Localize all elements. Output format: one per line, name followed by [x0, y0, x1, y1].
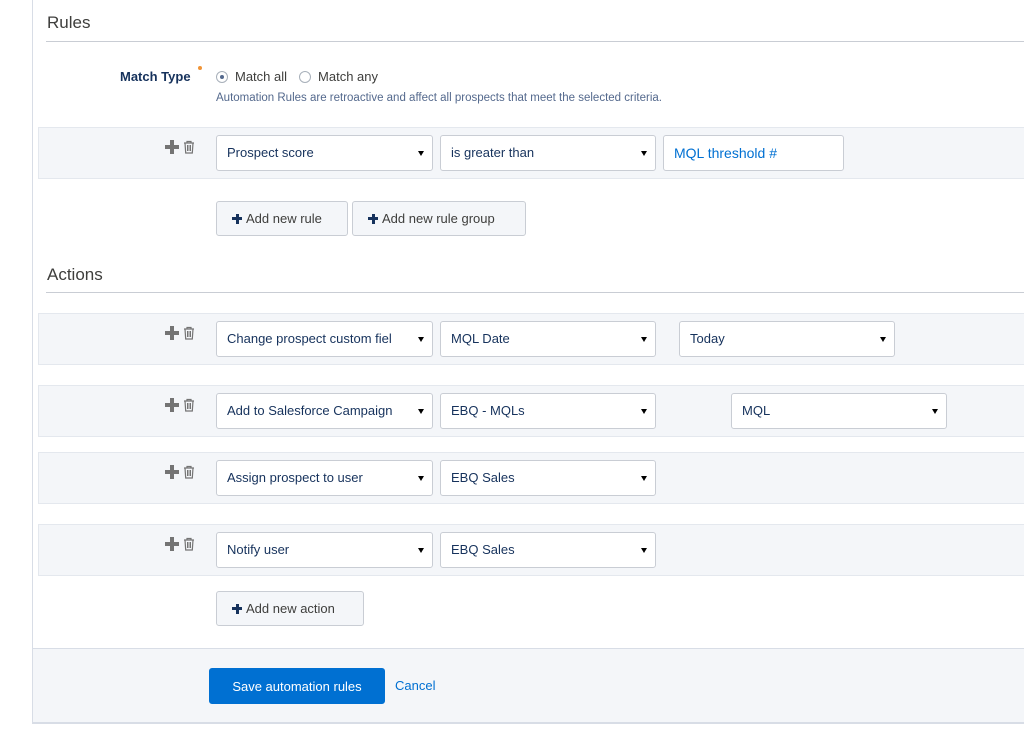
action-type-select[interactable]: Change prospect custom fiel: [216, 321, 433, 357]
trash-icon[interactable]: [183, 140, 195, 154]
add-new-rule-button[interactable]: Add new rule: [216, 201, 348, 236]
add-new-rule-group-label: Add new rule group: [382, 211, 495, 226]
rule-value-placeholder: MQL threshold #: [674, 145, 777, 161]
match-all-label[interactable]: Match all: [235, 69, 287, 84]
action-target-select[interactable]: EBQ Sales: [440, 460, 656, 496]
rule-field-value: Prospect score: [227, 145, 314, 160]
form-footer: [33, 648, 1024, 723]
trash-icon[interactable]: [183, 326, 195, 340]
action-target-select[interactable]: MQL Date: [440, 321, 656, 357]
action-type-select[interactable]: Assign prospect to user: [216, 460, 433, 496]
action-type-select[interactable]: Notify user: [216, 532, 433, 568]
caret-down-icon: [418, 151, 424, 156]
required-indicator: [198, 66, 202, 70]
add-icon[interactable]: [165, 465, 179, 479]
action-target-value: MQL Date: [451, 331, 510, 346]
trash-icon[interactable]: [183, 465, 195, 479]
rule-operator-select[interactable]: is greater than: [440, 135, 656, 171]
match-any-radio[interactable]: [299, 70, 312, 83]
action-target-select[interactable]: EBQ - MQLs: [440, 393, 656, 429]
retroactive-help-text: Automation Rules are retroactive and aff…: [216, 92, 662, 104]
actions-heading: Actions: [47, 265, 103, 284]
action-target-value: EBQ - MQLs: [451, 403, 525, 418]
add-icon[interactable]: [165, 398, 179, 412]
add-icon[interactable]: [165, 326, 179, 340]
add-icon: [368, 213, 378, 224]
match-any-label[interactable]: Match any: [318, 69, 378, 84]
action-type-value: Notify user: [227, 542, 290, 557]
match-all-radio[interactable]: [216, 70, 228, 83]
add-new-action-button[interactable]: Add new action: [216, 591, 364, 626]
caret-down-icon: [641, 337, 647, 342]
trash-icon[interactable]: [183, 537, 195, 551]
caret-down-icon: [641, 476, 647, 481]
cancel-link[interactable]: Cancel: [395, 678, 435, 693]
save-automation-rules-button[interactable]: Save automation rules: [209, 668, 385, 704]
action-target-select[interactable]: EBQ Sales: [440, 532, 656, 568]
add-icon[interactable]: [165, 537, 179, 551]
add-icon: [232, 213, 242, 224]
caret-down-icon: [418, 476, 424, 481]
caret-down-icon: [641, 151, 647, 156]
action-target-value: EBQ Sales: [451, 470, 515, 485]
action-row-tools: [165, 326, 195, 340]
add-new-rule-label: Add new rule: [246, 211, 322, 226]
action-target-value: EBQ Sales: [451, 542, 515, 557]
actions-divider: [46, 292, 1024, 293]
action-row-tools: [165, 465, 195, 479]
action-row-tools: [165, 398, 195, 412]
caret-down-icon: [641, 409, 647, 414]
action-type-value: Assign prospect to user: [227, 470, 363, 485]
rule-value-input[interactable]: MQL threshold #: [663, 135, 844, 171]
add-new-action-label: Add new action: [246, 601, 335, 616]
match-type-radio-group: Match all Match any: [216, 69, 390, 84]
caret-down-icon: [418, 409, 424, 414]
caret-down-icon: [932, 409, 938, 414]
action-row-tools: [165, 537, 195, 551]
caret-down-icon: [641, 548, 647, 553]
add-icon[interactable]: [165, 140, 179, 154]
action-type-value: Add to Salesforce Campaign: [227, 403, 393, 418]
rules-heading: Rules: [47, 13, 91, 32]
caret-down-icon: [880, 337, 886, 342]
rules-divider: [46, 41, 1024, 42]
match-type-label: Match Type: [120, 69, 191, 84]
action-extra-select[interactable]: MQL: [731, 393, 947, 429]
action-extra-value: Today: [690, 331, 725, 346]
action-type-select[interactable]: Add to Salesforce Campaign: [216, 393, 433, 429]
caret-down-icon: [418, 548, 424, 553]
trash-icon[interactable]: [183, 398, 195, 412]
add-new-rule-group-button[interactable]: Add new rule group: [352, 201, 526, 236]
action-type-value: Change prospect custom fiel: [227, 331, 392, 346]
action-extra-select[interactable]: Today: [679, 321, 895, 357]
rule-operator-value: is greater than: [451, 145, 535, 160]
action-extra-value: MQL: [742, 403, 771, 418]
rule-row-tools: [165, 140, 195, 154]
rule-field-select[interactable]: Prospect score: [216, 135, 433, 171]
caret-down-icon: [418, 337, 424, 342]
add-icon: [232, 603, 242, 614]
